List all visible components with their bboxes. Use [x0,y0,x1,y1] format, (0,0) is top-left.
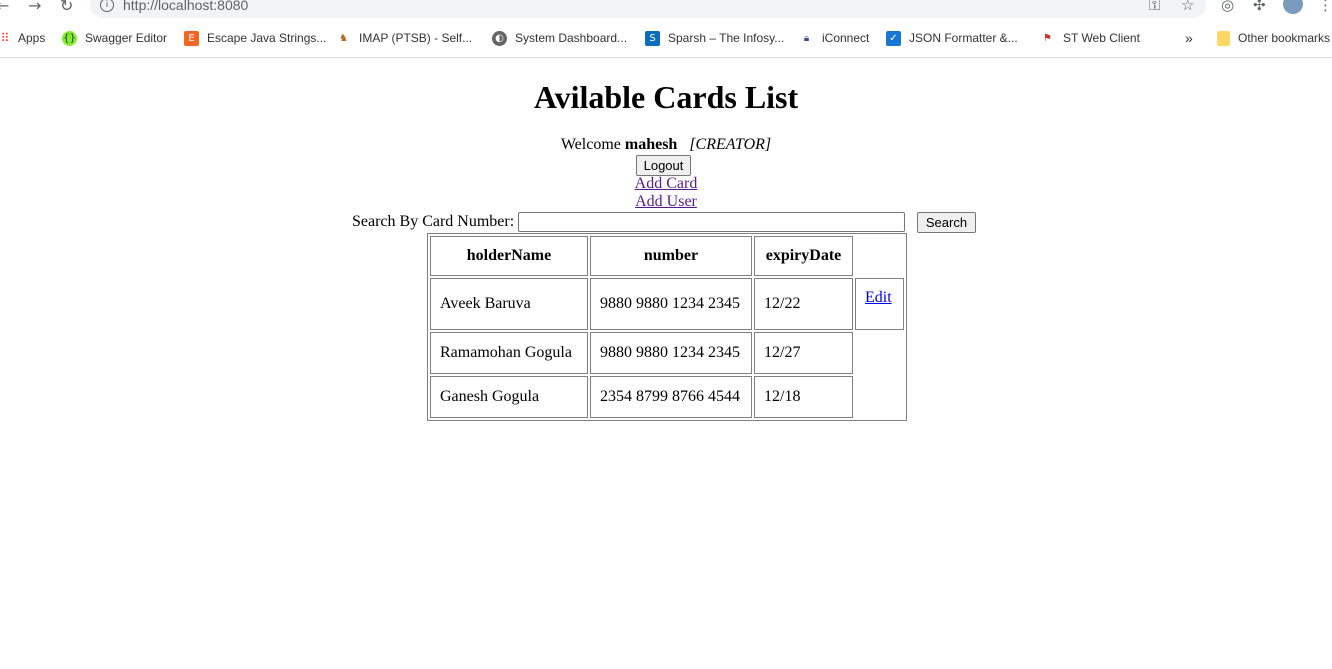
bookmark-label: JSON Formatter &... [909,31,1018,45]
search-button[interactable]: Search [917,212,976,233]
st-logo-icon: ⚑ [1043,32,1052,44]
cell-holdername: Ganesh Gogula [430,376,588,418]
check-icon: ✓ [886,30,901,46]
bookmark-json-formatter[interactable]: ✓ JSON Formatter &... [886,28,1018,48]
cell-number: 9880 9880 1234 2345 [590,332,752,374]
cell-holdername: Aveek Baruva [430,278,588,330]
bookmark-st-web-client[interactable]: ⚑ ST Web Client [1040,28,1140,48]
logout-button[interactable]: Logout [636,155,691,176]
cell-action: Edit [855,278,904,330]
add-card-link-row: Add Card [0,175,1332,193]
back-icon[interactable]: ← [0,0,9,15]
column-header-holdername: holderName [430,236,588,276]
s-logo-icon: S [645,30,660,46]
table-row: Ganesh Gogula 2354 8799 8766 4544 12/18 [430,376,904,418]
bookmark-label: Apps [18,31,46,45]
profile-avatar[interactable] [1283,0,1303,14]
bookmark-label: Escape Java Strings... [207,31,327,45]
reload-icon[interactable]: ↻ [60,0,73,15]
apps-grid-icon: ⠿ [0,30,10,45]
bookmark-other-bookmarks[interactable]: Other bookmarks [1217,28,1330,48]
welcome-line: Welcome mahesh [CREATOR] [0,136,1332,154]
add-user-link[interactable]: Add User [635,193,697,210]
bookmark-system-dashboard[interactable]: ◐ System Dashboard... [492,28,627,48]
bookmark-imap[interactable]: ♞ IMAP (PTSB) - Self... [336,28,472,48]
chevron-double-right-icon: » [1185,30,1193,46]
bookmarks-bar: ⠿ Apps {} Swagger Editor E Escape Java S… [0,28,1332,48]
column-header-expirydate: expiryDate [754,236,853,276]
forward-icon[interactable]: → [28,0,41,15]
username: mahesh [624,136,678,153]
add-card-link[interactable]: Add Card [635,175,698,192]
address-bar-row: ← → ↻ i http://localhost:8080 ⚿ ☆ ◎ ✣ ⋮ [0,0,1332,20]
bookmark-label: System Dashboard... [515,31,628,45]
bookmark-label: iConnect [822,31,870,45]
page-title: Avilable Cards List [533,79,799,115]
cell-holdername: Ramamohan Gogula [430,332,588,374]
cell-number: 9880 9880 1234 2345 [590,278,752,330]
bookmark-label: Swagger Editor [85,31,168,45]
menu-icon[interactable]: ⋮ [1318,0,1332,14]
cards-table: holderName number expiryDate Aveek Baruv… [427,233,907,421]
cell-expirydate: 12/18 [754,376,853,418]
swagger-icon: {} [62,30,77,46]
empty-action-cell [855,376,904,418]
welcome-prefix: Welcome [560,136,621,153]
globe-icon: ◐ [492,30,507,46]
key-icon[interactable]: ⚿ [1149,0,1160,14]
browser-chrome: ← → ↻ i http://localhost:8080 ⚿ ☆ ◎ ✣ ⋮ … [0,0,1332,58]
star-icon[interactable]: ☆ [1181,0,1194,14]
table-row: Ramamohan Gogula 9880 9880 1234 2345 12/… [430,332,904,374]
e-logo-icon: E [184,30,199,46]
bookmark-iconnect[interactable]: 🔒︎ iConnect [799,28,870,48]
cell-expirydate: 12/22 [754,278,853,330]
bookmark-label: IMAP (PTSB) - Self... [359,31,473,45]
bookmark-label: ST Web Client [1063,31,1140,45]
bookmark-label: Sparsh – The Infosy... [668,31,785,45]
table-row: Aveek Baruva 9880 9880 1234 2345 12/22 E… [430,278,904,330]
search-input[interactable] [518,212,905,232]
bookmark-swagger-editor[interactable]: {} Swagger Editor [62,28,167,48]
cell-expirydate: 12/27 [754,332,853,374]
user-role: [CREATOR] [689,136,772,153]
edit-link[interactable]: Edit [865,289,892,306]
add-user-link-row: Add User [0,193,1332,211]
cell-number: 2354 8799 8766 4544 [590,376,752,418]
lock-icon: 🔒︎ [803,32,810,44]
bookmarks-overflow-button[interactable]: » [1185,28,1193,48]
bookmark-escape-java[interactable]: E Escape Java Strings... [184,28,326,48]
empty-header-cell [855,236,904,276]
url-text[interactable]: http://localhost:8080 [123,0,248,13]
extensions-icon[interactable]: ✣ [1253,0,1266,14]
search-label: Search By Card Number: [352,213,515,230]
omnibox[interactable] [90,0,1206,18]
column-header-number: number [590,236,752,276]
lens-icon[interactable]: ◎ [1221,0,1234,14]
camel-icon: ♞ [339,32,348,44]
empty-action-cell [855,332,904,374]
table-header-row: holderName number expiryDate [430,236,904,276]
bookmark-apps[interactable]: ⠿ Apps [0,28,46,48]
folder-icon [1217,30,1230,46]
bookmark-label: Other bookmarks [1238,31,1331,45]
bookmark-sparsh[interactable]: S Sparsh – The Infosy... [645,28,784,48]
